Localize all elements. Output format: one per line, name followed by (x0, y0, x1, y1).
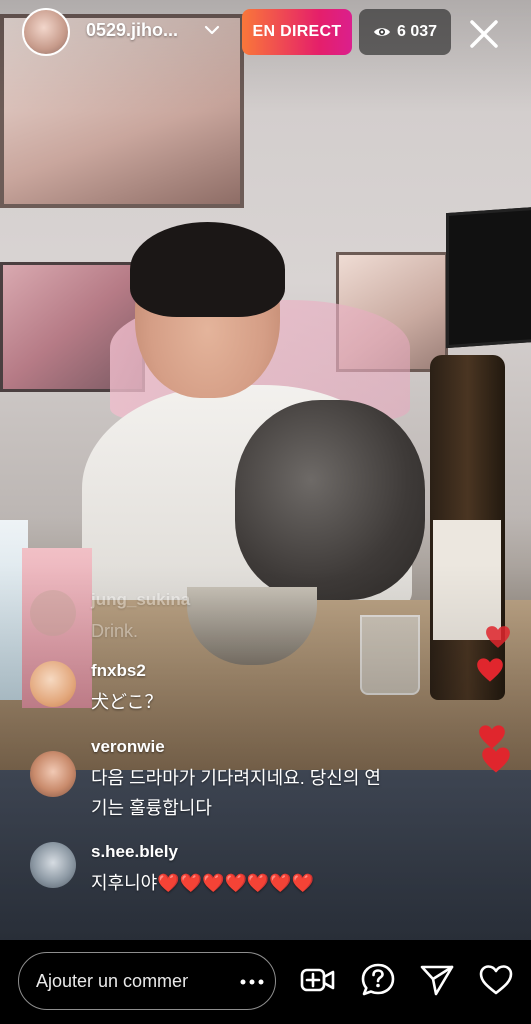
comment-username[interactable]: fnxbs2 (91, 661, 146, 681)
bottom-bar: Ajouter un commentaire… (0, 940, 531, 1024)
comment-input[interactable]: Ajouter un commentaire… (18, 952, 276, 1010)
send-icon[interactable] (419, 962, 455, 998)
floating-heart-icon (482, 747, 510, 773)
viewer-count-badge[interactable]: 6 037 (359, 9, 451, 55)
comment-item: s.hee.blely 지후니야❤️❤️❤️❤️❤️❤️❤️ (30, 842, 390, 897)
more-icon[interactable] (237, 973, 267, 991)
comment-text: 지후니야❤️❤️❤️❤️❤️❤️❤️ (91, 873, 315, 893)
live-label: EN DIRECT (252, 23, 342, 40)
comment-username[interactable]: jung_sukina (91, 590, 190, 610)
eye-icon (373, 28, 390, 36)
comment-text: 犬どこ？ (91, 692, 163, 712)
chevron-down-icon[interactable] (202, 20, 222, 40)
close-icon[interactable] (462, 12, 506, 56)
question-icon[interactable] (360, 962, 396, 998)
live-header: 0529.jiho... EN DIRECT 6 037 (0, 0, 531, 66)
commenter-avatar[interactable] (30, 590, 76, 636)
comment-item: jung_sukina Drink. (30, 590, 330, 645)
floating-heart-icon (477, 658, 503, 682)
comment-placeholder: Ajouter un commentaire… (36, 971, 188, 991)
live-badge: EN DIRECT (242, 9, 352, 55)
commenter-avatar[interactable] (30, 751, 76, 797)
comment-item: fnxbs2 犬どこ？ (30, 661, 330, 716)
add-video-guest-icon[interactable] (300, 962, 336, 998)
viewer-count: 6 037 (396, 23, 438, 40)
comment-text: Drink. (91, 621, 139, 641)
host-username[interactable]: 0529.jiho... (86, 20, 178, 41)
comment-text-line: 다음 드라마가 기다려지네요. 당신의 연 (91, 768, 381, 788)
comment-username[interactable]: veronwie (91, 737, 165, 757)
commenter-avatar[interactable] (30, 661, 76, 707)
comment-text-line: 기는 훌륭합니다 (91, 798, 212, 818)
host-avatar[interactable] (22, 8, 70, 56)
comment-username[interactable]: s.hee.blely (91, 842, 178, 862)
live-stream-screen: 0529.jiho... EN DIRECT 6 037 jung_sukina… (0, 0, 531, 1024)
floating-heart-icon (486, 626, 510, 648)
commenter-avatar[interactable] (30, 842, 76, 888)
comment-item: veronwie 다음 드라마가 기다려지네요. 당신의 연 기는 훌륭합니다 (30, 737, 450, 825)
heart-icon[interactable] (478, 962, 514, 998)
